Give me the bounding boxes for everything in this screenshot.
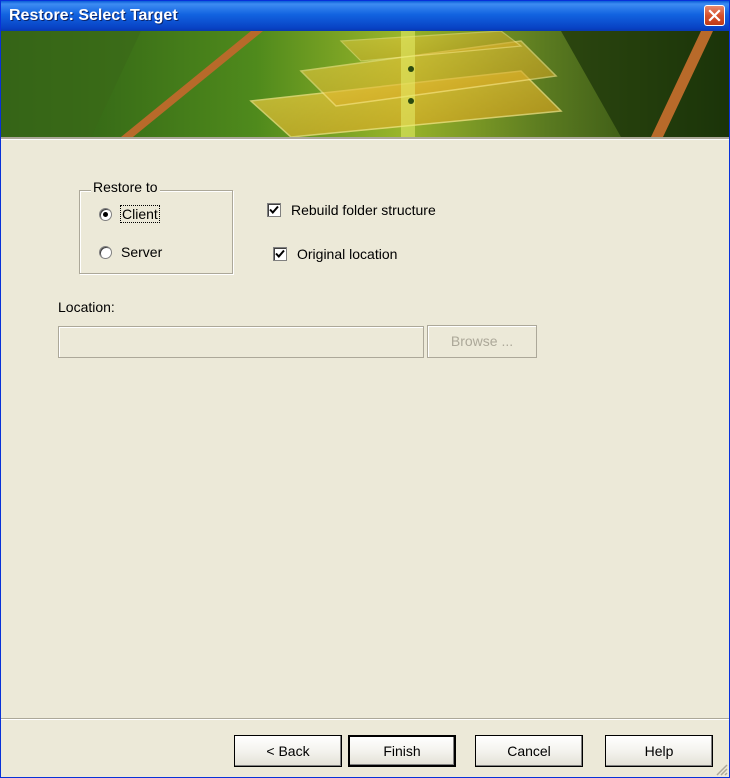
original-location-label: Original location <box>297 246 398 262</box>
original-location-checkbox[interactable] <box>273 247 287 261</box>
radio-client-button[interactable] <box>99 207 112 221</box>
radio-client[interactable]: Client <box>99 205 160 223</box>
restore-to-legend: Restore to <box>91 179 160 195</box>
window-title: Restore: Select Target <box>9 7 178 24</box>
title-bar[interactable]: Restore: Select Target <box>1 1 729 31</box>
rebuild-folder-checkbox[interactable] <box>267 203 281 217</box>
help-button-label: Help <box>644 743 674 759</box>
footer-divider <box>1 718 729 720</box>
location-label: Location: <box>58 299 115 315</box>
cancel-button-label: Cancel <box>507 743 551 759</box>
close-button[interactable] <box>704 5 725 26</box>
size-grip-icon[interactable] <box>715 763 728 776</box>
back-button[interactable]: < Back <box>234 735 342 767</box>
browse-button[interactable]: Browse ... <box>427 325 537 358</box>
radio-server-button[interactable] <box>99 245 112 259</box>
back-button-label: < Back <box>266 743 310 759</box>
checkbox-rebuild-folder-structure[interactable]: Rebuild folder structure <box>267 202 436 218</box>
cancel-button[interactable]: Cancel <box>475 735 583 767</box>
location-input[interactable] <box>58 326 424 358</box>
wizard-banner-image <box>1 31 729 137</box>
rebuild-folder-label: Rebuild folder structure <box>291 202 436 218</box>
check-icon <box>275 249 285 258</box>
radio-client-label: Client <box>120 205 160 223</box>
radio-server[interactable]: Server <box>99 244 162 260</box>
finish-button[interactable]: Finish <box>348 735 456 767</box>
check-icon <box>269 205 279 214</box>
restore-dialog: Restore: Select Target Restore to Client… <box>0 0 730 778</box>
close-icon <box>708 9 721 22</box>
restore-to-groupbox <box>79 190 233 274</box>
finish-button-label: Finish <box>383 743 421 759</box>
checkbox-original-location[interactable]: Original location <box>273 246 397 262</box>
banner-divider <box>1 137 729 140</box>
radio-server-label: Server <box>121 244 163 260</box>
help-button[interactable]: Help <box>605 735 713 767</box>
